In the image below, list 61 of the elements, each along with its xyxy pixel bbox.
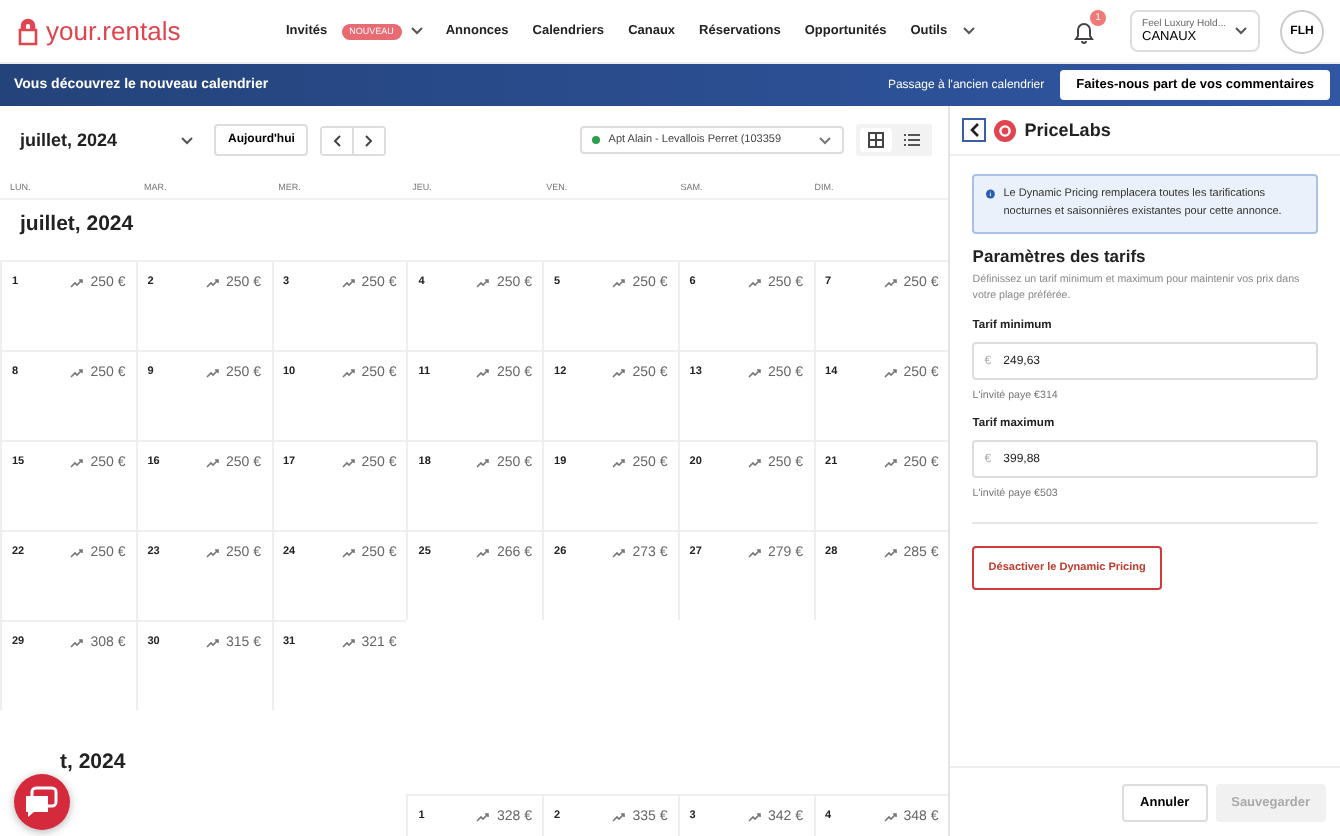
trend-icon	[748, 278, 762, 288]
trend-icon	[748, 548, 762, 558]
trend-icon	[883, 812, 898, 822]
trend-icon	[70, 548, 85, 558]
trend-icon	[341, 458, 356, 468]
back-button[interactable]	[962, 118, 987, 142]
chevron-left-icon	[969, 122, 980, 138]
trend-icon	[476, 458, 491, 468]
trend-icon	[341, 638, 356, 648]
trend-icon	[205, 278, 220, 288]
month-title: juillet, 2024	[20, 130, 120, 150]
trend-icon	[883, 278, 898, 288]
trend-icon	[476, 368, 491, 378]
trend-icon	[70, 278, 85, 288]
trend-icon	[748, 812, 762, 822]
status-dot	[592, 136, 601, 144]
section-heading: Paramètres des tarifs	[972, 246, 1148, 266]
trend-icon	[612, 368, 627, 378]
trend-icon	[70, 368, 85, 378]
chevron-right-icon	[364, 133, 375, 147]
grid-icon	[868, 132, 885, 148]
chevron-down-icon[interactable]	[409, 26, 424, 36]
chat-button[interactable]	[14, 774, 70, 830]
trend-icon	[612, 812, 627, 822]
chevron-down-icon	[1234, 26, 1248, 36]
panel-title: PriceLabs	[1024, 120, 1111, 140]
chevron-down-icon	[818, 135, 833, 145]
month-heading: t, 2024	[58, 748, 128, 778]
bell-icon[interactable]	[1074, 19, 1095, 43]
trend-icon	[205, 458, 220, 468]
logo-icon	[16, 17, 40, 45]
month-heading: juillet, 2024	[17, 210, 136, 240]
grid-view-button[interactable]	[860, 128, 893, 152]
trend-icon	[612, 458, 627, 468]
chat-icon	[22, 784, 62, 820]
list-icon	[904, 132, 921, 148]
trend-icon	[612, 278, 627, 288]
trend-icon	[476, 278, 491, 288]
trend-icon	[341, 548, 356, 558]
chevron-down-icon[interactable]	[180, 135, 194, 145]
trend-icon	[341, 368, 356, 378]
trend-icon	[883, 548, 898, 558]
trend-icon	[476, 812, 491, 822]
trend-icon	[748, 368, 762, 378]
trend-icon	[70, 458, 85, 468]
trend-icon	[205, 368, 220, 378]
chevron-left-icon	[332, 133, 343, 147]
trend-icon	[748, 458, 762, 468]
logo-text[interactable]: your.rentals	[46, 16, 181, 46]
trend-icon	[883, 368, 898, 378]
trend-icon	[341, 278, 356, 288]
trend-icon	[883, 458, 898, 468]
chevron-down-icon[interactable]	[961, 26, 976, 36]
trend-icon	[612, 548, 627, 558]
trend-icon	[70, 638, 85, 648]
trend-icon	[205, 638, 220, 648]
next-button[interactable]	[352, 127, 385, 153]
info-icon	[986, 186, 996, 202]
trend-icon	[476, 548, 491, 558]
trend-icon	[205, 548, 220, 558]
pricelabs-logo-icon	[994, 119, 1017, 141]
